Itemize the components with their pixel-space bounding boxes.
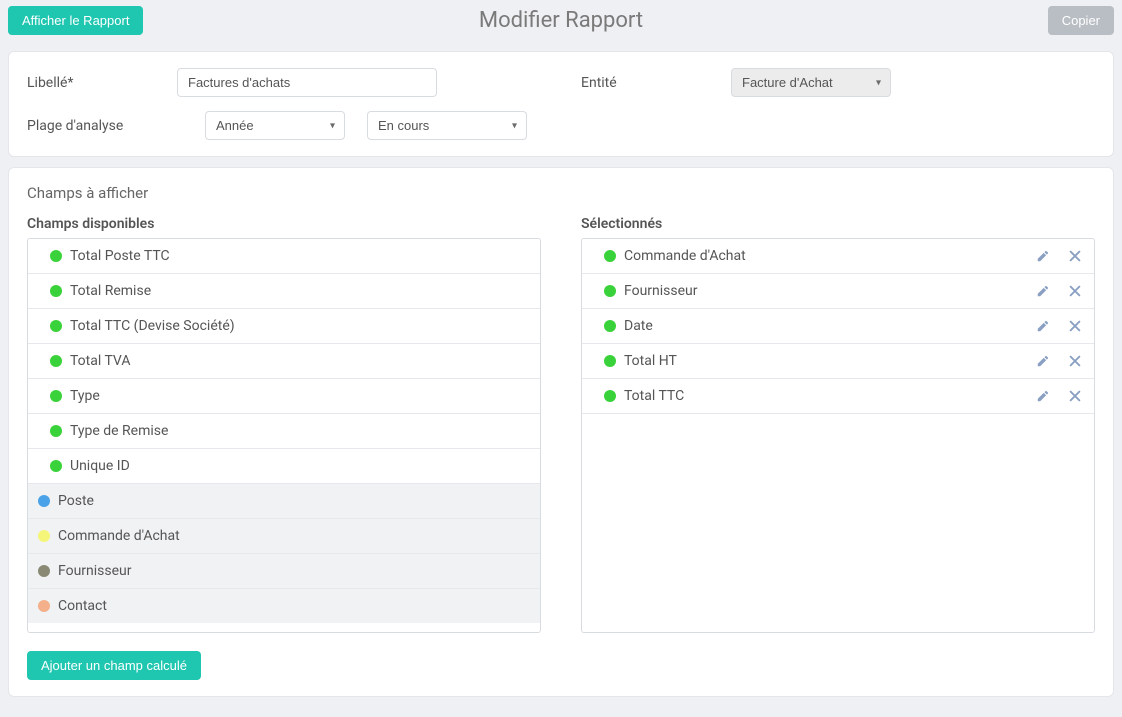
field-label: Type xyxy=(70,388,100,404)
label-libelle: Libellé* xyxy=(27,75,177,91)
entity-select-wrap: Facture d'Achat xyxy=(731,68,891,97)
remove-icon[interactable] xyxy=(1068,249,1082,263)
remove-icon[interactable] xyxy=(1068,319,1082,333)
selected-field-item[interactable]: Date xyxy=(582,309,1094,344)
edit-icon[interactable] xyxy=(1036,319,1050,333)
field-label: Total HT xyxy=(624,353,1036,369)
field-label: Type de Remise xyxy=(70,423,168,439)
field-label: Unique ID xyxy=(70,458,130,474)
fields-panel-title: Champs à afficher xyxy=(27,184,1095,202)
field-label: Commande d'Achat xyxy=(624,248,1036,264)
selected-field-item[interactable]: Total TTC xyxy=(582,379,1094,414)
available-field-item[interactable]: Total Remise xyxy=(28,274,540,309)
field-label: Fournisseur xyxy=(624,283,1036,299)
page-title: Modifier Rapport xyxy=(0,8,1122,33)
color-dot-icon xyxy=(38,530,50,542)
range-period-wrap: Année xyxy=(205,111,345,140)
field-label: Total Poste TTC xyxy=(70,248,170,264)
color-dot-icon xyxy=(38,565,50,577)
available-field-item[interactable]: Type de Remise xyxy=(28,414,540,449)
edit-icon[interactable] xyxy=(1036,389,1050,403)
row-actions xyxy=(1036,354,1082,368)
selected-list[interactable]: Commande d'Achat Fournisseur Date Total HT T… xyxy=(581,238,1095,633)
color-dot-icon xyxy=(50,460,62,472)
selected-field-item[interactable]: Total HT xyxy=(582,344,1094,379)
color-dot-icon xyxy=(604,320,616,332)
add-calculated-field-button[interactable]: Ajouter un champ calculé xyxy=(27,651,201,680)
remove-icon[interactable] xyxy=(1068,354,1082,368)
edit-icon[interactable] xyxy=(1036,284,1050,298)
color-dot-icon xyxy=(50,320,62,332)
available-field-item[interactable]: Total TTC (Devise Société) xyxy=(28,309,540,344)
available-field-item[interactable]: Contact xyxy=(28,589,540,623)
color-dot-icon xyxy=(604,285,616,297)
available-field-item[interactable]: Unique ID xyxy=(28,449,540,484)
color-dot-icon xyxy=(38,600,50,612)
selected-header: Sélectionnés xyxy=(581,216,1095,232)
available-field-item[interactable]: Commande d'Achat xyxy=(28,519,540,554)
edit-icon[interactable] xyxy=(1036,249,1050,263)
remove-icon[interactable] xyxy=(1068,284,1082,298)
entity-select[interactable]: Facture d'Achat xyxy=(731,68,891,97)
libelle-input[interactable] xyxy=(177,68,437,97)
remove-icon[interactable] xyxy=(1068,389,1082,403)
fields-panel: Champs à afficher Champs disponibles Tot… xyxy=(8,167,1114,697)
row-actions xyxy=(1036,319,1082,333)
color-dot-icon xyxy=(604,250,616,262)
label-entity: Entité xyxy=(581,75,731,91)
show-report-button[interactable]: Afficher le Rapport xyxy=(8,6,143,35)
field-label: Date xyxy=(624,318,1036,334)
topbar: Afficher le Rapport Modifier Rapport Cop… xyxy=(0,0,1122,41)
available-field-item[interactable]: Poste xyxy=(28,484,540,519)
field-label: Contact xyxy=(58,598,107,614)
available-field-item[interactable]: Total TVA xyxy=(28,344,540,379)
color-dot-icon xyxy=(604,390,616,402)
field-label: Fournisseur xyxy=(58,563,132,579)
range-status-select[interactable]: En cours xyxy=(367,111,527,140)
field-label: Total TTC xyxy=(624,388,1036,404)
range-period-select[interactable]: Année xyxy=(205,111,345,140)
color-dot-icon xyxy=(604,355,616,367)
edit-icon[interactable] xyxy=(1036,354,1050,368)
copy-button[interactable]: Copier xyxy=(1048,6,1114,35)
form-panel: Libellé* Entité Facture d'Achat Plage d'… xyxy=(8,51,1114,157)
field-label: Total TTC (Devise Société) xyxy=(70,318,235,334)
field-label: Commande d'Achat xyxy=(58,528,180,544)
color-dot-icon xyxy=(38,495,50,507)
row-actions xyxy=(1036,389,1082,403)
field-label: Total Remise xyxy=(70,283,151,299)
selected-field-item[interactable]: Commande d'Achat xyxy=(582,239,1094,274)
color-dot-icon xyxy=(50,355,62,367)
selected-field-item[interactable]: Fournisseur xyxy=(582,274,1094,309)
available-header: Champs disponibles xyxy=(27,216,541,232)
color-dot-icon xyxy=(50,425,62,437)
available-field-item[interactable]: Fournisseur xyxy=(28,554,540,589)
available-field-item[interactable]: Type xyxy=(28,379,540,414)
color-dot-icon xyxy=(50,390,62,402)
label-range: Plage d'analyse xyxy=(27,118,177,134)
row-actions xyxy=(1036,284,1082,298)
selected-column: Sélectionnés Commande d'Achat Fournisseur… xyxy=(581,216,1095,633)
color-dot-icon xyxy=(50,250,62,262)
color-dot-icon xyxy=(50,285,62,297)
available-field-item[interactable]: Total Poste TTC xyxy=(28,239,540,274)
available-column: Champs disponibles Total Poste TTCTotal … xyxy=(27,216,541,633)
available-list[interactable]: Total Poste TTC Total Remise Total TTC (De… xyxy=(27,238,541,633)
field-label: Poste xyxy=(58,493,94,509)
range-status-wrap: En cours xyxy=(367,111,527,140)
field-label: Total TVA xyxy=(70,353,130,369)
row-actions xyxy=(1036,249,1082,263)
